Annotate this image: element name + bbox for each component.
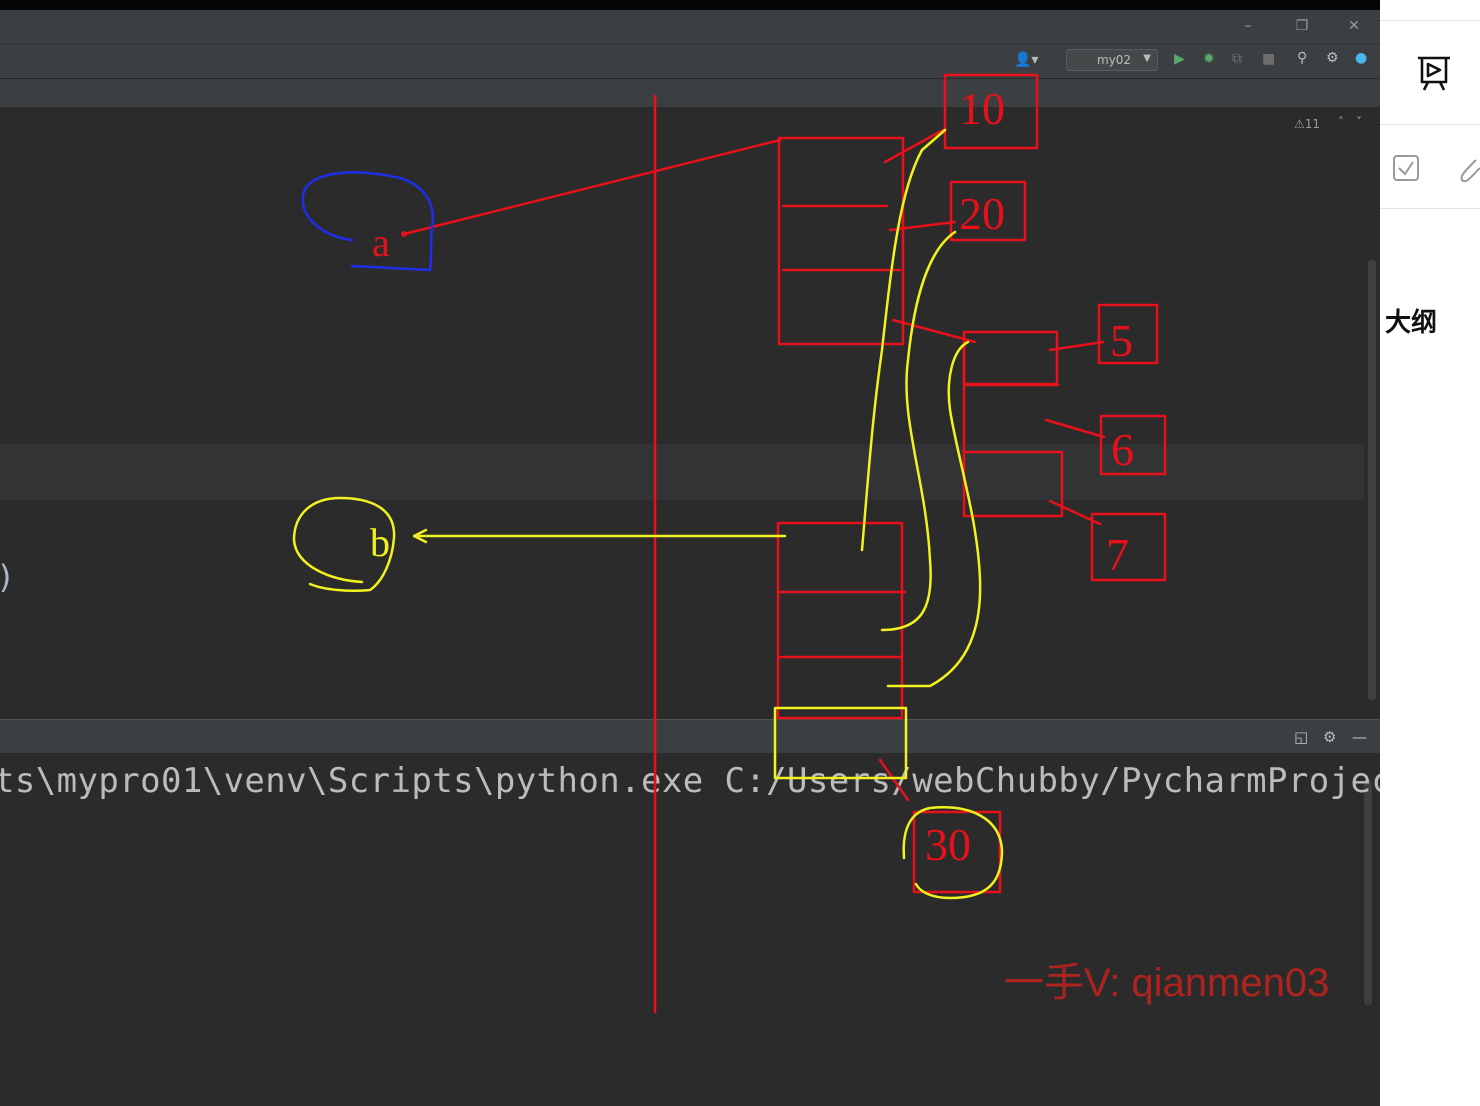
pycharm-window: – ❐ ✕ 👤▾ my02 ▼ ▶ ✹ ⧉ ■ ⚲ ⚙ ● ) ⚠11 ˄˅ ◱…	[0, 0, 1380, 1106]
sidebar-divider	[1380, 208, 1480, 209]
sidebar-icons	[1393, 56, 1480, 183]
blue-circle-a	[301, 171, 435, 272]
presentation-icon	[1418, 56, 1450, 91]
right-sidebar	[1380, 0, 1480, 1106]
attachment-icon	[1460, 159, 1480, 183]
checkbox-icon	[1393, 155, 1419, 181]
value-7: 7	[1106, 529, 1129, 580]
list-box-a	[777, 136, 905, 346]
value-10: 10	[959, 83, 1005, 134]
check-icon	[1398, 161, 1414, 176]
sidebar-divider	[1380, 124, 1480, 125]
drawing-overlay: a b 10 20 5 6 7 30	[292, 73, 1167, 1014]
label-a: a	[372, 220, 390, 265]
outline-label[interactable]: 大纲	[1385, 302, 1437, 339]
sidebar-divider	[1380, 20, 1480, 21]
list-box-b	[776, 521, 907, 720]
nested-list-box	[962, 330, 1064, 518]
label-b: b	[370, 520, 390, 565]
value-20: 20	[959, 188, 1005, 239]
ref-to-20	[880, 230, 957, 632]
watermark-text: 一手V: qianmen03	[1004, 961, 1330, 1005]
value-5: 5	[1110, 315, 1133, 366]
arrow-a-to-list	[402, 138, 782, 236]
value-30: 30	[925, 819, 971, 870]
value-6: 6	[1111, 424, 1134, 475]
